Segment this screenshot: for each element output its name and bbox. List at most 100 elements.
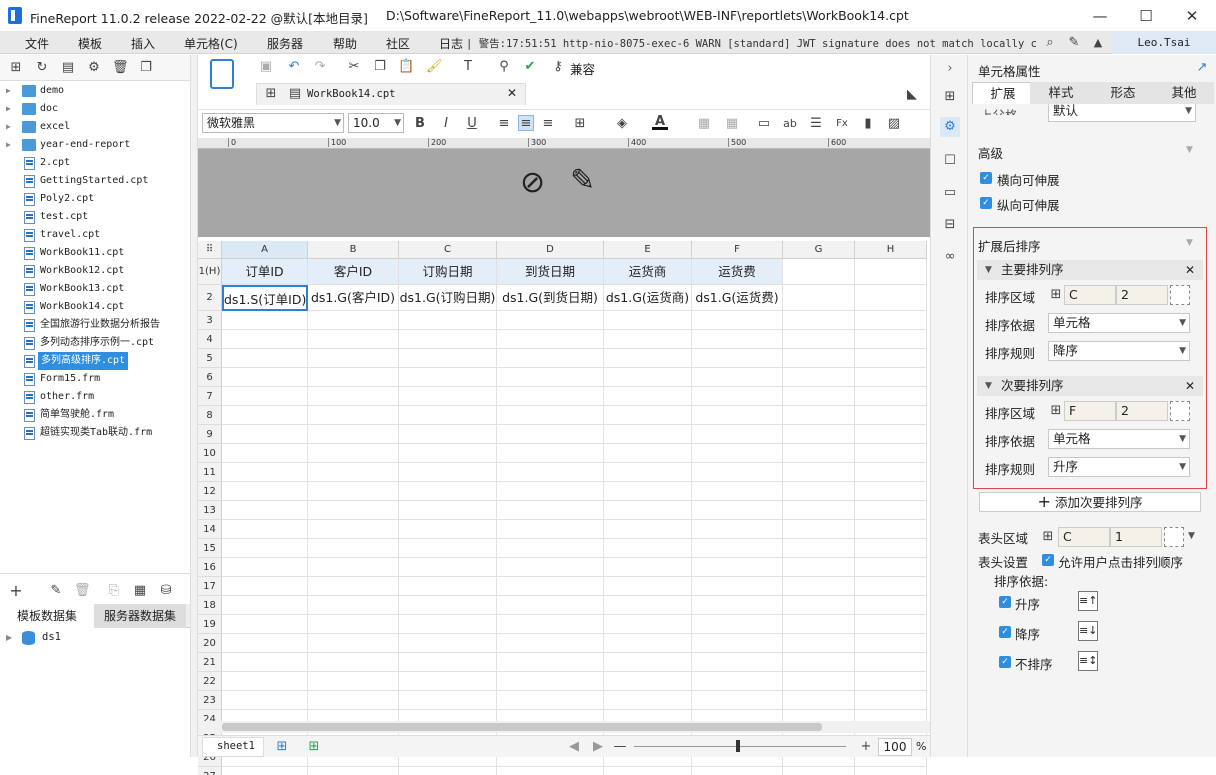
grid-cell[interactable] bbox=[855, 539, 927, 558]
primary-basis-select[interactable]: 单元格 ▼ bbox=[1048, 313, 1190, 333]
redo-icon[interactable]: ↷ bbox=[312, 59, 328, 75]
image-icon[interactable]: ▨ bbox=[886, 116, 902, 132]
grid-cell[interactable] bbox=[399, 615, 497, 634]
grid-cell[interactable] bbox=[692, 463, 783, 482]
collapse-primary-icon[interactable]: ▼ bbox=[985, 260, 992, 280]
grid-cell[interactable] bbox=[855, 767, 927, 775]
grid-cell[interactable] bbox=[855, 444, 927, 463]
remove-primary-icon[interactable]: ✕ bbox=[1185, 260, 1195, 280]
grid-cell[interactable]: 到货日期 bbox=[497, 259, 604, 285]
grid-cell[interactable] bbox=[855, 368, 927, 387]
grid-cell[interactable] bbox=[604, 425, 692, 444]
grid-cell[interactable] bbox=[692, 425, 783, 444]
dataset-settings-icon[interactable]: ▦ bbox=[132, 583, 148, 599]
grid-cell[interactable] bbox=[497, 539, 604, 558]
file-item[interactable]: 全国旅游行业数据分析报告 bbox=[0, 316, 190, 334]
cell-select-icon[interactable]: ⊞ bbox=[1040, 529, 1056, 545]
file-item[interactable]: WorkBook11.cpt bbox=[0, 244, 190, 262]
file-item[interactable]: travel.cpt bbox=[0, 226, 190, 244]
menu-community[interactable]: 社区 bbox=[386, 35, 410, 52]
refresh-icon[interactable]: ↻ bbox=[34, 60, 50, 76]
grid-cell[interactable] bbox=[692, 311, 783, 330]
grid-cell[interactable] bbox=[222, 634, 308, 653]
copy-icon[interactable]: ❐ bbox=[138, 60, 154, 76]
grid-cell[interactable] bbox=[692, 349, 783, 368]
row-header[interactable]: 27 bbox=[198, 767, 222, 775]
tab-other[interactable]: 其他 bbox=[1154, 82, 1214, 104]
row-header[interactable]: 7 bbox=[198, 387, 222, 406]
grid-cell[interactable] bbox=[497, 691, 604, 710]
bold-icon[interactable]: B bbox=[412, 116, 428, 132]
grid-cell[interactable]: ds1.G(订购日期) bbox=[399, 285, 497, 311]
menu-log[interactable]: 日志 bbox=[439, 35, 463, 52]
grid-cell[interactable] bbox=[692, 387, 783, 406]
grid-cell[interactable] bbox=[222, 463, 308, 482]
grid-cell[interactable] bbox=[308, 501, 399, 520]
text-icon[interactable]: ab bbox=[782, 116, 798, 132]
widget-icon[interactable]: ▭ bbox=[942, 185, 958, 201]
secondary-area-col[interactable]: F bbox=[1064, 401, 1116, 421]
grid-cell[interactable]: ds1.S(订单ID) bbox=[222, 285, 308, 311]
header-area-dropdown-icon[interactable]: ▼ bbox=[1188, 531, 1195, 541]
grid-cell[interactable] bbox=[783, 672, 855, 691]
grid-cell[interactable] bbox=[783, 615, 855, 634]
expand-arrow-icon[interactable]: ▶ bbox=[6, 136, 11, 154]
grid-cell[interactable] bbox=[692, 444, 783, 463]
grid-cell[interactable] bbox=[783, 387, 855, 406]
grid-cell[interactable] bbox=[308, 672, 399, 691]
undo-icon[interactable]: ↶ bbox=[286, 59, 302, 75]
folder-item[interactable]: ▶ doc bbox=[0, 100, 190, 118]
menu-help[interactable]: 帮助 bbox=[333, 35, 357, 52]
grid-cell[interactable] bbox=[399, 387, 497, 406]
grid-cell[interactable] bbox=[855, 425, 927, 444]
grid-cell[interactable] bbox=[308, 558, 399, 577]
grid-cell[interactable] bbox=[497, 368, 604, 387]
grid-cell[interactable] bbox=[222, 444, 308, 463]
grid-cell[interactable] bbox=[308, 482, 399, 501]
grid-cell[interactable] bbox=[783, 368, 855, 387]
minimize-icon[interactable]: — bbox=[1088, 6, 1112, 26]
grid-cell[interactable] bbox=[222, 558, 308, 577]
grid-cell[interactable] bbox=[497, 311, 604, 330]
align-center-icon[interactable]: ≡ bbox=[518, 115, 534, 131]
sheet-tab[interactable]: sheet1 bbox=[202, 737, 264, 757]
primary-area-row[interactable]: 2 bbox=[1116, 285, 1168, 305]
format-brush-icon[interactable]: 🖌 bbox=[426, 59, 443, 75]
expand-arrow-icon[interactable]: ▶ bbox=[6, 100, 11, 118]
grid-cell[interactable] bbox=[497, 406, 604, 425]
row-header[interactable]: 11 bbox=[198, 463, 222, 482]
grid-cell[interactable] bbox=[399, 444, 497, 463]
file-item[interactable]: Poly2.cpt bbox=[0, 190, 190, 208]
area-picker-icon[interactable] bbox=[1170, 285, 1190, 305]
tab-style[interactable]: 样式 bbox=[1030, 82, 1092, 104]
grid-cell[interactable] bbox=[308, 368, 399, 387]
file-item[interactable]: other.frm bbox=[0, 388, 190, 406]
database-icon[interactable]: ⛁ bbox=[158, 583, 174, 599]
collapse-sort-icon[interactable]: ▼ bbox=[1186, 238, 1193, 248]
grid-cell[interactable] bbox=[497, 596, 604, 615]
grid-cell[interactable]: ds1.G(运货费) bbox=[692, 285, 783, 311]
grid-cell[interactable] bbox=[692, 520, 783, 539]
grid-cell[interactable] bbox=[855, 691, 927, 710]
grid-cell[interactable] bbox=[604, 349, 692, 368]
sort-none-icon[interactable]: ≡↕ bbox=[1078, 651, 1098, 671]
folder-item[interactable]: ▶ year-end-report bbox=[0, 136, 190, 154]
grid-cell[interactable] bbox=[308, 615, 399, 634]
grid-cell[interactable] bbox=[692, 406, 783, 425]
save-icon[interactable]: ▣ bbox=[258, 59, 274, 75]
area-picker-icon[interactable] bbox=[1164, 527, 1184, 547]
unmerge-icon[interactable]: ▦ bbox=[724, 116, 740, 132]
zoom-input[interactable]: 100 bbox=[878, 738, 912, 756]
add-form-icon[interactable]: ⊞ bbox=[306, 739, 322, 755]
grid-cell[interactable] bbox=[497, 425, 604, 444]
grid-cell[interactable] bbox=[497, 520, 604, 539]
grid-cell[interactable] bbox=[399, 311, 497, 330]
grid-cell[interactable] bbox=[222, 596, 308, 615]
grid-cell[interactable] bbox=[692, 577, 783, 596]
cell-element-icon[interactable]: ⊞ bbox=[942, 89, 958, 105]
grid-cell[interactable]: ds1.G(客户ID) bbox=[308, 285, 399, 311]
grid-cell[interactable] bbox=[308, 311, 399, 330]
font-color-icon[interactable]: A bbox=[652, 114, 668, 130]
grid-cell[interactable] bbox=[399, 691, 497, 710]
grid-cell[interactable] bbox=[222, 615, 308, 634]
